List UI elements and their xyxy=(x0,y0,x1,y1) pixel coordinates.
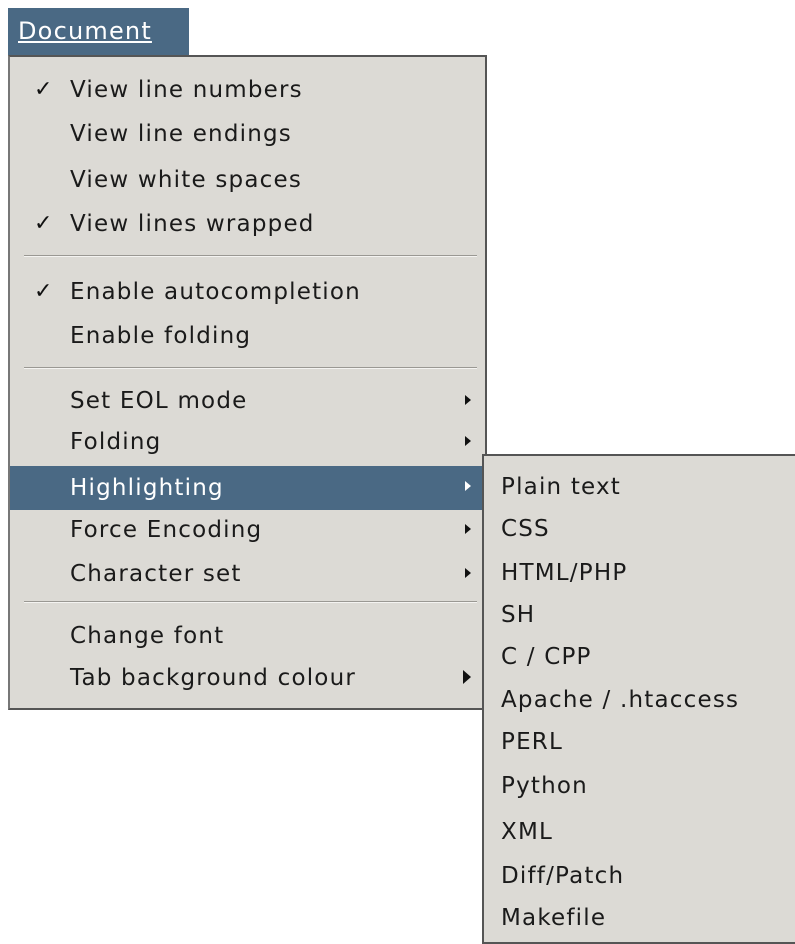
menu-item-enable-autocompletion[interactable]: ✓ Enable autocompletion xyxy=(10,271,485,313)
document-menu: ✓ View line numbers View line endings Vi… xyxy=(8,55,487,710)
document-menu-label: Document xyxy=(18,17,152,45)
menu-item-label: View line numbers xyxy=(70,77,303,103)
submenu-arrow-icon xyxy=(465,395,471,405)
submenu-arrow-icon xyxy=(465,481,471,491)
submenu-item-apache-htaccess[interactable]: Apache / .htaccess xyxy=(501,679,739,721)
menu-item-label: Change font xyxy=(70,623,225,649)
menu-item-label: Tab background colour xyxy=(70,665,357,691)
checkmark-icon: ✓ xyxy=(34,211,54,236)
menu-item-label: Enable autocompletion xyxy=(70,279,361,305)
submenu-item-diff-patch[interactable]: Diff/Patch xyxy=(501,855,624,897)
highlighting-submenu: Plain text CSS HTML/PHP SH C / CPP Apach… xyxy=(482,454,795,944)
menu-item-folding[interactable]: Folding xyxy=(10,421,485,463)
menu-item-label: Enable folding xyxy=(70,323,252,349)
menu-item-label: View line endings xyxy=(70,121,292,147)
submenu-item-html-php[interactable]: HTML/PHP xyxy=(501,552,627,594)
submenu-arrow-icon xyxy=(465,568,471,578)
checkmark-icon: ✓ xyxy=(34,77,54,102)
menu-item-highlighting[interactable]: Highlighting xyxy=(10,466,485,510)
submenu-item-sh[interactable]: SH xyxy=(501,594,535,636)
submenu-item-xml[interactable]: XML xyxy=(501,811,553,853)
submenu-item-c-cpp[interactable]: C / CPP xyxy=(501,636,592,678)
document-menu-button[interactable]: Document xyxy=(8,8,189,57)
menu-separator xyxy=(24,255,477,257)
menu-item-label: View white spaces xyxy=(70,167,303,193)
menu-item-view-lines-wrapped[interactable]: ✓ View lines wrapped xyxy=(10,203,485,245)
menu-item-force-encoding[interactable]: Force Encoding xyxy=(10,509,485,551)
menu-separator xyxy=(24,601,477,603)
submenu-item-plain-text[interactable]: Plain text xyxy=(501,466,621,508)
menu-item-view-white-spaces[interactable]: View white spaces xyxy=(10,159,485,201)
menu-item-label: Folding xyxy=(70,429,162,455)
menu-item-view-line-endings[interactable]: View line endings xyxy=(10,113,485,155)
menu-item-label: Highlighting xyxy=(70,475,224,501)
menu-item-character-set[interactable]: Character set xyxy=(10,553,485,595)
menu-item-label: Set EOL mode xyxy=(70,388,248,414)
submenu-arrow-icon xyxy=(465,524,471,534)
checkmark-icon: ✓ xyxy=(34,279,54,304)
menu-item-label: Character set xyxy=(70,561,242,587)
submenu-item-perl[interactable]: PERL xyxy=(501,721,563,763)
submenu-arrow-icon xyxy=(465,436,471,446)
submenu-arrow-icon xyxy=(463,670,471,684)
menu-item-label: Force Encoding xyxy=(70,517,263,543)
menu-item-view-line-numbers[interactable]: ✓ View line numbers xyxy=(10,69,485,111)
menu-item-tab-background-colour[interactable]: Tab background colour xyxy=(10,657,485,699)
menu-item-label: View lines wrapped xyxy=(70,211,315,237)
submenu-item-css[interactable]: CSS xyxy=(501,508,550,550)
submenu-item-makefile[interactable]: Makefile xyxy=(501,897,606,939)
menu-separator xyxy=(24,367,477,369)
menu-item-change-font[interactable]: Change font xyxy=(10,615,485,657)
menu-item-enable-folding[interactable]: Enable folding xyxy=(10,315,485,357)
submenu-item-python[interactable]: Python xyxy=(501,765,588,807)
menu-item-set-eol-mode[interactable]: Set EOL mode xyxy=(10,380,485,422)
